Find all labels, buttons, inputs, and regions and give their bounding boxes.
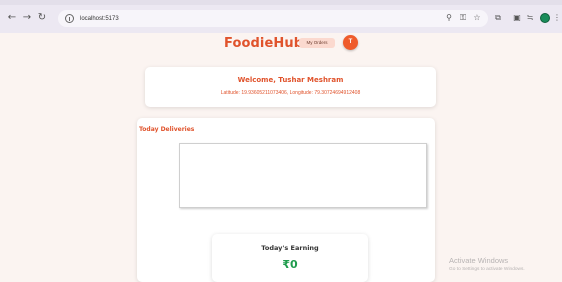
url-text[interactable]: localhost:5173 <box>80 16 119 22</box>
welcome-title: Welcome, Tushar Meshram <box>237 76 344 84</box>
arrow-back-icon[interactable]: ← <box>6 11 18 25</box>
extensions-icon[interactable]: ⧉ <box>493 12 503 24</box>
browser-toolbar: ← → ↻ localhost:5173 ⚲ ⚿ ☆ ⧉ ▣ ≒ ⋮ <box>0 5 562 33</box>
key-icon[interactable]: ⚿ <box>457 12 469 24</box>
location-coordinates: Latitude: 19.93605211073406, Longitude: … <box>220 90 361 96</box>
brand-logo[interactable]: FoodieHub <box>224 36 303 51</box>
earning-value: ₹0 <box>282 258 298 271</box>
translate-icon[interactable]: ≒ <box>525 12 535 24</box>
tab-search-icon[interactable]: ▣ <box>512 12 522 24</box>
menu-icon[interactable]: ⋮ <box>553 12 561 24</box>
browser-chrome: ← → ↻ localhost:5173 ⚲ ⚿ ☆ ⧉ ▣ ≒ ⋮ <box>0 0 562 33</box>
watermark-subtitle: Go to Settings to activate Windows. <box>449 267 525 272</box>
arrow-forward-icon[interactable]: → <box>21 11 33 25</box>
reload-icon[interactable]: ↻ <box>36 11 48 25</box>
welcome-card: Welcome, Tushar Meshram Latitude: 19.936… <box>145 67 436 107</box>
deliveries-title: Today Deliveries <box>139 126 195 133</box>
earning-card: Today's Earning ₹0 <box>212 234 368 282</box>
deliveries-map[interactable] <box>179 143 427 208</box>
profile-icon[interactable] <box>540 13 550 23</box>
watermark-title: Activate Windows <box>449 256 509 265</box>
my-orders-button[interactable]: My Orders <box>299 38 335 48</box>
star-icon[interactable]: ☆ <box>472 12 482 24</box>
earning-label: Today's Earning <box>261 244 319 252</box>
address-bar[interactable]: localhost:5173 <box>58 10 488 27</box>
avatar[interactable]: T <box>343 35 358 50</box>
activate-windows-watermark: Activate Windows Go to Settings to activ… <box>449 256 525 272</box>
site-info-icon[interactable] <box>65 14 74 23</box>
location-icon[interactable]: ⚲ <box>444 12 454 24</box>
